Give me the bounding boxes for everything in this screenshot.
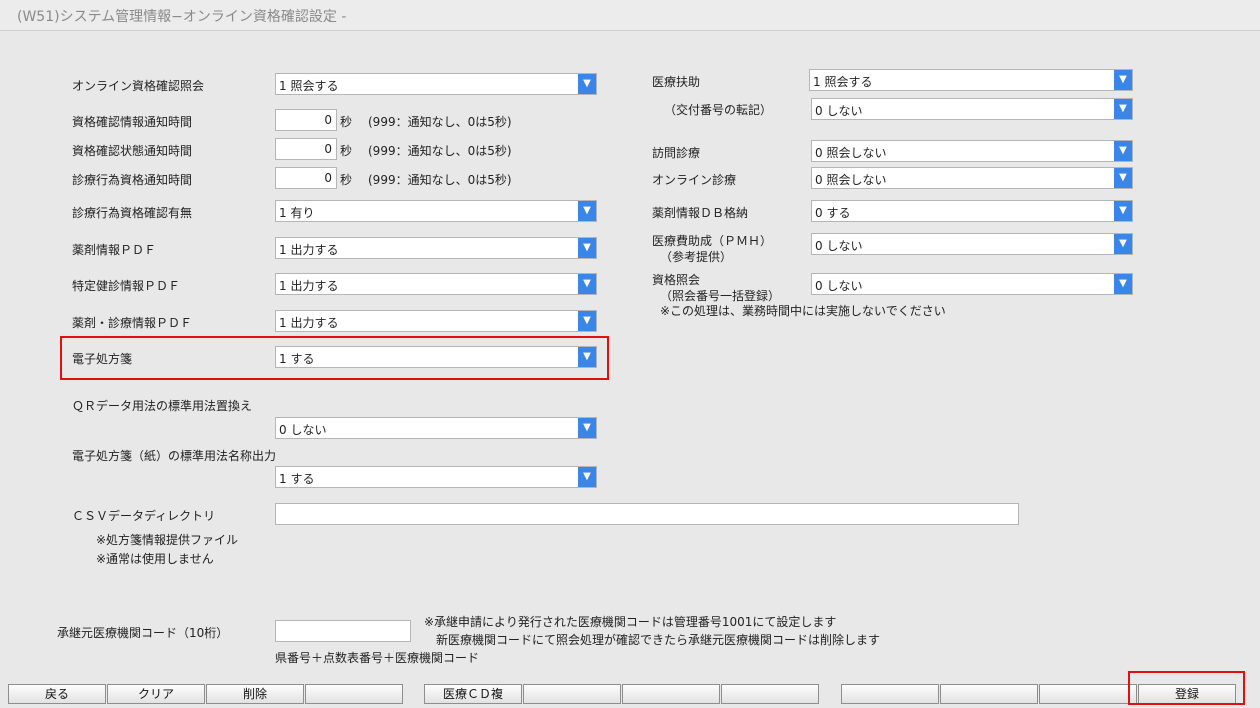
chevron-down-icon: ▼ [1114,234,1132,254]
act-notify-input[interactable]: 0 [275,167,337,189]
issue-no-select[interactable]: 0 しない ▼ [811,98,1133,120]
home-visit-select[interactable]: 0 照会しない ▼ [811,140,1133,162]
f6-button[interactable] [523,684,621,704]
chevron-down-icon: ▼ [578,418,596,438]
chevron-down-icon: ▼ [1114,99,1132,119]
drug-db-select[interactable]: 0 する ▼ [811,200,1133,222]
f9-button[interactable] [841,684,939,704]
back-button[interactable]: 戻る [8,684,106,704]
eprescription-select[interactable]: 1 する ▼ [275,346,597,368]
csv-dir-label: ＣＳＶデータディレクトリ [72,509,216,523]
f10-button[interactable] [940,684,1038,704]
status-notify-input[interactable]: 0 [275,138,337,160]
clear-button[interactable]: クリア [107,684,205,704]
inherit-code-input[interactable] [275,620,411,642]
online-query-select[interactable]: 1 照会する ▼ [275,73,597,95]
f8-button[interactable] [721,684,819,704]
pmh-sublabel: （参考提供） [660,250,733,264]
status-notify-note: (999：通知なし、0は5秒) [368,144,512,158]
eprescription-label: 電子処方箋 [72,352,133,366]
qual-query-label: 資格照会 [652,273,701,287]
copy-medical-cd-button[interactable]: 医療ＣＤ複 [424,684,522,704]
unit-label: 秒 [340,144,353,158]
qual-query-note: ※この処理は、業務時間中には実施しないでください [660,304,946,318]
csv-dir-note: ※通常は使用しません [96,552,214,566]
unit-label: 秒 [340,173,353,187]
f11-button[interactable] [1039,684,1137,704]
chevron-down-icon: ▼ [1114,70,1132,90]
paper-usage-label: 電子処方箋（紙）の標準用法名称出力 [72,449,277,463]
chevron-down-icon: ▼ [1114,201,1132,221]
chevron-down-icon: ▼ [1114,168,1132,188]
drug-med-pdf-label: 薬剤・診療情報ＰＤＦ [72,316,193,330]
online-care-label: オンライン診療 [652,173,737,187]
csv-dir-note: ※処方箋情報提供ファイル [96,533,239,547]
issue-no-label: （交付番号の転記） [664,103,773,117]
inherit-code-sub: 県番号＋点数表番号＋医療機関コード [275,651,480,665]
chevron-down-icon: ▼ [578,274,596,294]
checkup-pdf-label: 特定健診情報ＰＤＦ [72,279,181,293]
f7-button[interactable] [622,684,720,704]
title-bar: (W51)システム管理情報−オンライン資格確認設定 - [0,0,1260,31]
act-notify-note: (999：通知なし、0は5秒) [368,173,512,187]
pmh-label: 医療費助成（ＰＭＨ） [652,234,773,248]
chevron-down-icon: ▼ [578,311,596,331]
csv-dir-input[interactable] [275,503,1019,525]
act-confirm-select[interactable]: 1 有り ▼ [275,200,597,222]
home-visit-label: 訪問診療 [652,146,701,160]
drug-pdf-select[interactable]: 1 出力する ▼ [275,237,597,259]
chevron-down-icon: ▼ [578,467,596,487]
online-care-select[interactable]: 0 照会しない ▼ [811,167,1133,189]
online-query-label: オンライン資格確認照会 [72,79,205,93]
chevron-down-icon: ▼ [578,238,596,258]
drug-pdf-label: 薬剤情報ＰＤＦ [72,243,157,257]
unit-label: 秒 [340,115,353,129]
act-confirm-label: 診療行為資格確認有無 [72,206,193,220]
delete-button[interactable]: 削除 [206,684,304,704]
drug-med-pdf-select[interactable]: 1 出力する ▼ [275,310,597,332]
pmh-select[interactable]: 0 しない ▼ [811,233,1133,255]
chevron-down-icon: ▼ [578,347,596,367]
medical-aid-label: 医療扶助 [652,75,701,89]
window-title: (W51)システム管理情報−オンライン資格確認設定 - [17,9,347,25]
highlight-box [1128,671,1245,705]
act-notify-label: 診療行為資格通知時間 [72,173,193,187]
qr-usage-select[interactable]: 0 しない ▼ [275,417,597,439]
chevron-down-icon: ▼ [1114,141,1132,161]
drug-db-label: 薬剤情報ＤＢ格納 [652,206,749,220]
info-notify-input[interactable]: 0 [275,109,337,131]
medical-aid-select[interactable]: 1 照会する ▼ [809,69,1133,91]
qual-query-select[interactable]: 0 しない ▼ [811,273,1133,295]
checkup-pdf-select[interactable]: 1 出力する ▼ [275,273,597,295]
chevron-down-icon: ▼ [578,74,596,94]
qr-usage-label: ＱＲデータ用法の標準用法置換え [72,399,253,413]
inherit-code-label: 承継元医療機関コード（10桁） [57,626,229,640]
info-notify-note: (999：通知なし、0は5秒) [368,115,512,129]
info-notify-label: 資格確認情報通知時間 [72,115,193,129]
inherit-code-note: 新医療機関コードにて照会処理が確認できたら承継元医療機関コードは削除します [436,633,881,647]
chevron-down-icon: ▼ [1114,274,1132,294]
chevron-down-icon: ▼ [578,201,596,221]
f4-button[interactable] [305,684,403,704]
paper-usage-select[interactable]: 1 する ▼ [275,466,597,488]
inherit-code-note: ※承継申請により発行された医療機関コードは管理番号1001にて設定します [424,615,837,629]
status-notify-label: 資格確認状態通知時間 [72,144,193,158]
